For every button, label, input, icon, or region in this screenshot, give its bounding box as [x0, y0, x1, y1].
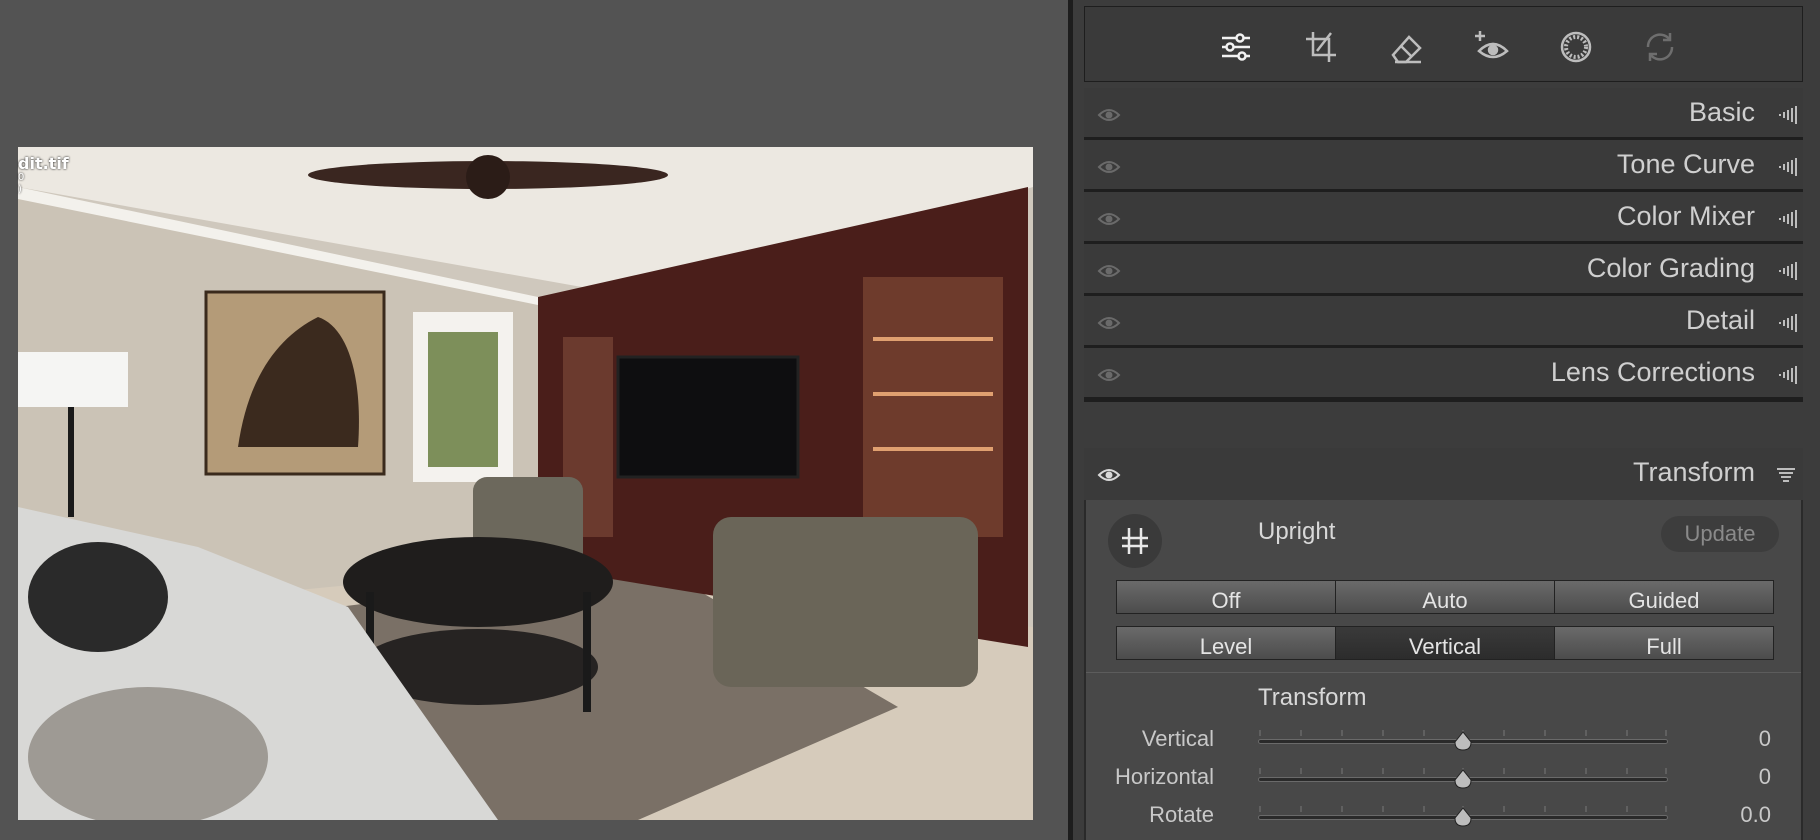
upright-tool-icon[interactable]: [1108, 514, 1162, 568]
transform-section-label: Transform: [1258, 684, 1367, 711]
divider: [1086, 672, 1801, 673]
develop-panel: Basic Tone Curve Color Mixer Color Gradi…: [1073, 0, 1820, 840]
upright-full-button[interactable]: Full: [1555, 627, 1773, 659]
collapse-triangle-icon[interactable]: [1777, 366, 1799, 384]
upright-level-button[interactable]: Level: [1117, 627, 1335, 659]
upright-auto-button[interactable]: Auto: [1336, 581, 1554, 613]
photo-canvas[interactable]: dit.tif 0 ): [0, 0, 1068, 840]
upright-mode-row: Off Auto Guided: [1116, 580, 1774, 614]
presets-sync-icon[interactable]: [1640, 27, 1680, 67]
upright-mode-row: Level Vertical Full: [1116, 626, 1774, 660]
rotate-value[interactable]: 0.0: [1740, 802, 1771, 828]
upright-off-button[interactable]: Off: [1117, 581, 1335, 613]
panel-title: Tone Curve: [1616, 149, 1755, 179]
crop-icon[interactable]: [1301, 27, 1341, 67]
eye-icon[interactable]: [1097, 103, 1121, 127]
slider-label: Vertical: [1141, 726, 1214, 751]
red-eye-icon[interactable]: [1471, 27, 1511, 67]
rotate-slider-thumb[interactable]: [1453, 807, 1473, 827]
photo-filename: dit.tif: [18, 154, 69, 173]
photo-info-line: 0: [18, 172, 25, 183]
living-room-photo: [18, 147, 1033, 820]
vertical-slider-row: Vertical 0: [1086, 722, 1801, 756]
upright-vertical-button[interactable]: Vertical: [1336, 627, 1554, 659]
vertical-value[interactable]: 0: [1759, 726, 1771, 752]
panel-lens-corrections[interactable]: Lens Corrections: [1084, 348, 1803, 402]
collapse-triangle-icon[interactable]: [1777, 262, 1799, 280]
panel-detail[interactable]: Detail: [1084, 296, 1803, 350]
panel-tone-curve[interactable]: Tone Curve: [1084, 140, 1803, 194]
collapse-triangle-icon[interactable]: [1777, 158, 1799, 176]
eye-icon[interactable]: [1097, 311, 1121, 335]
eye-icon[interactable]: [1097, 207, 1121, 231]
collapse-triangle-icon[interactable]: [1777, 106, 1799, 124]
panel-color-mixer[interactable]: Color Mixer: [1084, 192, 1803, 246]
eye-icon[interactable]: [1097, 259, 1121, 283]
horizontal-value[interactable]: 0: [1759, 764, 1771, 790]
horizontal-slider-row: Horizontal 0: [1086, 760, 1801, 794]
photo-preview[interactable]: [18, 147, 1033, 820]
slider-label: Horizontal: [1114, 764, 1214, 789]
horizontal-slider-thumb[interactable]: [1453, 769, 1473, 789]
panel-title: Color Mixer: [1616, 201, 1755, 231]
panel-title: Lens Corrections: [1550, 357, 1755, 387]
eye-icon[interactable]: [1097, 363, 1121, 387]
collapse-triangle-icon[interactable]: [1777, 210, 1799, 228]
panel-color-grading[interactable]: Color Grading: [1084, 244, 1803, 298]
panel-title: Basic: [1688, 97, 1755, 127]
tool-strip: [1084, 6, 1803, 82]
panel-basic[interactable]: Basic: [1084, 88, 1803, 142]
vertical-slider-thumb[interactable]: [1453, 731, 1473, 751]
panel-title: Transform: [1632, 457, 1755, 487]
rotate-slider-row: Rotate 0.0: [1086, 798, 1801, 832]
photo-info-line: ): [18, 184, 22, 195]
update-button[interactable]: Update: [1661, 516, 1779, 552]
eye-icon[interactable]: [1097, 155, 1121, 179]
collapse-triangle-icon[interactable]: [1777, 314, 1799, 332]
upright-label: Upright: [1258, 518, 1336, 545]
eye-icon[interactable]: [1097, 463, 1121, 487]
edit-sliders-icon[interactable]: [1216, 27, 1256, 67]
transform-panel-body: Upright Update Off Auto Guided Level Ver…: [1084, 500, 1803, 840]
panel-title: Detail: [1685, 305, 1755, 335]
healing-eraser-icon[interactable]: [1387, 27, 1427, 67]
upright-guided-button[interactable]: Guided: [1555, 581, 1773, 613]
panel-title: Color Grading: [1586, 253, 1755, 283]
slider-label: Rotate: [1149, 802, 1214, 827]
masking-icon[interactable]: [1556, 27, 1596, 67]
photo-info-overlay: dit.tif 0 ): [18, 156, 69, 196]
panel-transform[interactable]: Transform: [1084, 448, 1803, 500]
expand-triangle-icon[interactable]: [1777, 466, 1799, 484]
